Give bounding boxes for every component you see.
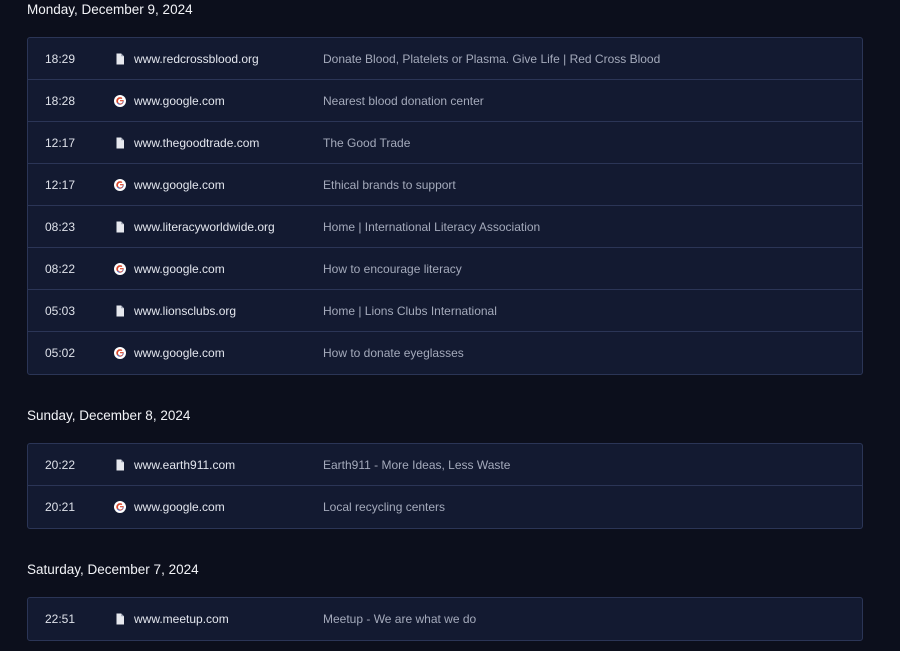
history-list: 22:51 www.meetup.com Meetup - We are wha… bbox=[27, 597, 863, 641]
visit-title: How to donate eyeglasses bbox=[323, 346, 464, 360]
day-heading: Monday, December 9, 2024 bbox=[27, 2, 193, 17]
visit-title: Home | International Literacy Associatio… bbox=[323, 220, 541, 234]
visit-time: 08:22 bbox=[45, 262, 76, 276]
visit-title: The Good Trade bbox=[323, 136, 411, 150]
visit-title: Ethical brands to support bbox=[323, 178, 456, 192]
visit-time: 08:23 bbox=[45, 220, 76, 234]
day-heading: Sunday, December 8, 2024 bbox=[27, 408, 191, 423]
google-icon bbox=[114, 501, 126, 513]
history-row[interactable]: 18:29 www.redcrossblood.org Donate Blood… bbox=[28, 38, 862, 80]
page-icon bbox=[116, 53, 124, 65]
visit-title: How to encourage literacy bbox=[323, 262, 462, 276]
google-icon bbox=[114, 95, 126, 107]
visit-time: 12:17 bbox=[45, 178, 76, 192]
history-row[interactable]: 05:02 www.google.com How to donate eyegl… bbox=[28, 332, 862, 374]
page-icon bbox=[116, 137, 124, 149]
visit-title: Home | Lions Clubs International bbox=[323, 304, 497, 318]
visit-domain-link[interactable]: www.google.com bbox=[134, 80, 225, 122]
google-icon bbox=[114, 347, 126, 359]
page-icon bbox=[116, 613, 124, 625]
visit-domain-link[interactable]: www.earth911.com bbox=[134, 444, 235, 486]
visit-time: 20:21 bbox=[45, 500, 76, 514]
visit-domain-link[interactable]: www.thegoodtrade.com bbox=[134, 122, 259, 164]
visit-domain-link[interactable]: www.lionsclubs.org bbox=[134, 290, 236, 332]
visit-time: 20:22 bbox=[45, 458, 76, 472]
visit-domain-link[interactable]: www.redcrossblood.org bbox=[134, 38, 259, 80]
visit-title: Donate Blood, Platelets or Plasma. Give … bbox=[323, 52, 661, 66]
visit-title: Nearest blood donation center bbox=[323, 94, 484, 108]
visit-time: 18:28 bbox=[45, 94, 76, 108]
history-row[interactable]: 20:21 www.google.com Local recycling cen… bbox=[28, 486, 862, 528]
history-row[interactable]: 22:51 www.meetup.com Meetup - We are wha… bbox=[28, 598, 862, 640]
history-row[interactable]: 05:03 www.lionsclubs.org Home | Lions Cl… bbox=[28, 290, 862, 332]
visit-domain-link[interactable]: www.google.com bbox=[134, 332, 225, 374]
visit-time: 05:02 bbox=[45, 346, 76, 360]
page-icon bbox=[116, 305, 124, 317]
page-icon bbox=[116, 221, 124, 233]
history-list: 20:22 www.earth911.com Earth911 - More I… bbox=[27, 443, 863, 529]
visit-title: Meetup - We are what we do bbox=[323, 612, 477, 626]
visit-domain-link[interactable]: www.google.com bbox=[134, 164, 225, 206]
visit-domain-link[interactable]: www.meetup.com bbox=[134, 598, 229, 640]
history-list: 18:29 www.redcrossblood.org Donate Blood… bbox=[27, 37, 863, 375]
google-icon bbox=[114, 179, 126, 191]
history-page: Monday, December 9, 2024 18:29 www.redcr… bbox=[0, 0, 900, 651]
visit-domain-link[interactable]: www.google.com bbox=[134, 248, 225, 290]
visit-title: Local recycling centers bbox=[323, 500, 446, 514]
visit-time: 22:51 bbox=[45, 612, 76, 626]
visit-time: 18:29 bbox=[45, 52, 76, 66]
history-row[interactable]: 20:22 www.earth911.com Earth911 - More I… bbox=[28, 444, 862, 486]
visit-domain-link[interactable]: www.literacyworldwide.org bbox=[134, 206, 275, 248]
day-heading: Saturday, December 7, 2024 bbox=[27, 562, 199, 577]
history-row[interactable]: 08:22 www.google.com How to encourage li… bbox=[28, 248, 862, 290]
history-row[interactable]: 12:17 www.thegoodtrade.com The Good Trad… bbox=[28, 122, 862, 164]
history-row[interactable]: 12:17 www.google.com Ethical brands to s… bbox=[28, 164, 862, 206]
visit-time: 05:03 bbox=[45, 304, 76, 318]
visit-title: Earth911 - More Ideas, Less Waste bbox=[323, 458, 511, 472]
page-icon bbox=[116, 459, 124, 471]
google-icon bbox=[114, 263, 126, 275]
history-row[interactable]: 18:28 www.google.com Nearest blood donat… bbox=[28, 80, 862, 122]
visit-domain-link[interactable]: www.google.com bbox=[134, 486, 225, 528]
history-row[interactable]: 08:23 www.literacyworldwide.org Home | I… bbox=[28, 206, 862, 248]
visit-time: 12:17 bbox=[45, 136, 76, 150]
